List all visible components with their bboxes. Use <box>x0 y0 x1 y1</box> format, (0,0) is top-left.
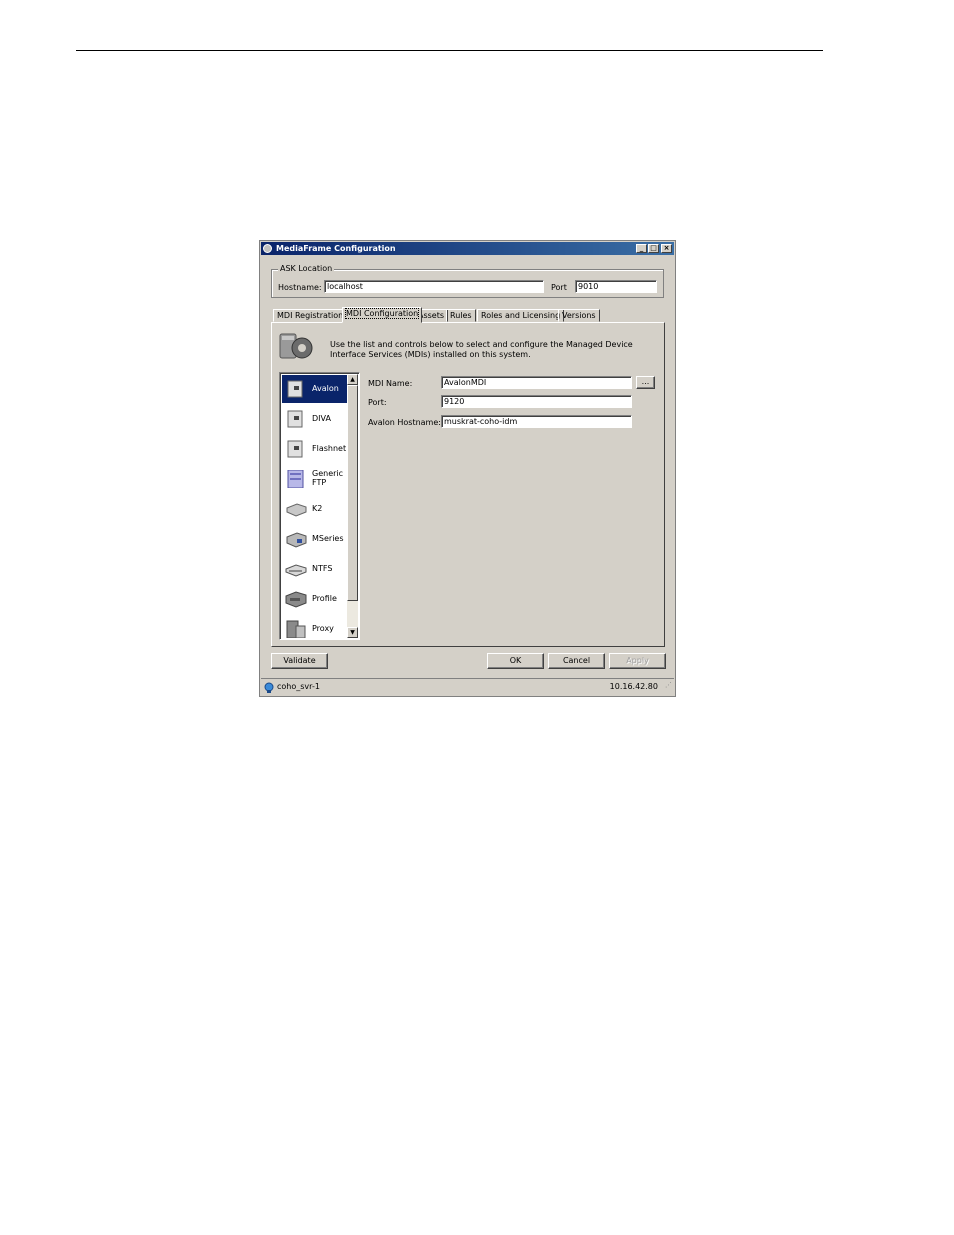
tab-roles-and-licensing[interactable]: Roles and Licensing <box>477 309 565 322</box>
page-top-rule <box>76 50 823 51</box>
mseries-device-icon <box>286 532 307 548</box>
list-item-k2[interactable]: K2 <box>282 495 349 523</box>
list-item-mseries[interactable]: MSeries <box>282 525 349 553</box>
device-name: Proxy <box>312 624 334 633</box>
device-name: Flashnet <box>312 444 347 453</box>
ask-hostname-input[interactable]: localhost <box>324 280 544 293</box>
storage-server-icon <box>287 380 303 398</box>
validate-button[interactable]: Validate <box>271 653 328 669</box>
tab-label: MDI Registration <box>277 311 344 320</box>
device-name: MSeries <box>312 534 344 543</box>
list-item-diva[interactable]: DIVA <box>282 405 349 433</box>
scroll-thumb[interactable] <box>347 385 358 601</box>
mdi-port-input[interactable]: 9120 <box>441 395 632 408</box>
storage-server-icon <box>287 440 303 458</box>
close-button[interactable]: × <box>661 244 672 253</box>
list-item-proxy[interactable]: Proxy <box>282 615 349 639</box>
ftp-server-icon <box>287 470 304 488</box>
device-name: Generic FTP <box>312 469 344 487</box>
tab-label: MDI Configuration <box>344 308 420 319</box>
list-item-flashnet[interactable]: Flashnet <box>282 435 349 463</box>
ask-port-label: Port <box>551 283 567 292</box>
hostname-label: Hostname: <box>278 283 322 292</box>
list-item-avalon[interactable]: Avalon <box>282 375 349 403</box>
storage-server-icon <box>287 410 303 428</box>
list-item-ntfs[interactable]: NTFS <box>282 555 349 583</box>
mdi-name-label: MDI Name: <box>368 379 413 388</box>
scroll-down-icon[interactable]: ▼ <box>347 627 358 638</box>
device-name: DIVA <box>312 414 331 423</box>
tab-label: Versions <box>562 311 596 320</box>
tab-rules[interactable]: Rules <box>446 309 476 322</box>
device-name: K2 <box>312 504 323 513</box>
mdi-name-input[interactable]: AvalonMDI <box>441 376 632 389</box>
status-bar: coho_svr-1 10.16.42.80 ⋰ <box>261 678 674 695</box>
title-bar[interactable]: MediaFrame Configuration _ □ × <box>261 242 674 255</box>
avalon-hostname-input[interactable]: muskrat-coho-idm <box>441 415 632 428</box>
proxy-server-icon <box>286 620 306 638</box>
cancel-button[interactable]: Cancel <box>548 653 605 669</box>
device-name: Profile <box>312 594 337 603</box>
apply-button: Apply <box>609 653 666 669</box>
mdi-port-label: Port: <box>368 398 387 407</box>
ask-location-legend: ASK Location <box>278 264 335 273</box>
avalon-hostname-label: Avalon Hostname: <box>368 418 441 427</box>
tab-label: Roles and Licensing <box>481 311 561 320</box>
resize-grip-icon[interactable]: ⋰ <box>665 681 672 689</box>
list-item-profile[interactable]: Profile <box>282 585 349 613</box>
ok-button[interactable]: OK <box>487 653 544 669</box>
list-scrollbar[interactable]: ▲ ▼ <box>347 374 358 638</box>
mediaframe-config-window: MediaFrame Configuration _ □ × ASK Locat… <box>259 240 676 697</box>
mdi-description: Use the list and controls below to selec… <box>330 340 633 359</box>
device-name: NTFS <box>312 564 333 573</box>
window-title: MediaFrame Configuration <box>276 244 396 253</box>
server-connection-icon <box>264 682 274 693</box>
k2-device-icon <box>286 503 307 517</box>
status-ip-address: 10.16.42.80 <box>609 682 658 691</box>
mdi-configuration-panel: Use the list and controls below to selec… <box>271 322 665 647</box>
app-icon <box>263 244 272 253</box>
list-item-generic-ftp[interactable]: Generic FTP <box>282 465 349 493</box>
status-server-name: coho_svr-1 <box>277 682 320 691</box>
ask-port-input[interactable]: 9010 <box>575 280 657 293</box>
device-name: Avalon <box>312 384 339 393</box>
configuration-gear-icon <box>279 333 313 359</box>
tab-label: Rules <box>450 311 472 320</box>
maximize-button[interactable]: □ <box>648 244 659 253</box>
scroll-up-icon[interactable]: ▲ <box>347 374 358 385</box>
tab-mdi-registration[interactable]: MDI Registration <box>273 309 348 322</box>
mdi-device-list[interactable]: Avalon DIVA Flashnet Generic FTP K2 MSer… <box>279 372 360 640</box>
profile-device-icon <box>285 591 307 608</box>
ntfs-drive-icon <box>285 564 307 577</box>
tab-mdi-configuration[interactable]: MDI Configuration <box>342 307 423 323</box>
minimize-button[interactable]: _ <box>636 244 647 253</box>
tab-versions[interactable]: Versions <box>558 309 600 322</box>
ask-location-group: ASK Location Hostname: localhost Port 90… <box>271 264 664 298</box>
browse-button[interactable]: ... <box>636 376 655 389</box>
